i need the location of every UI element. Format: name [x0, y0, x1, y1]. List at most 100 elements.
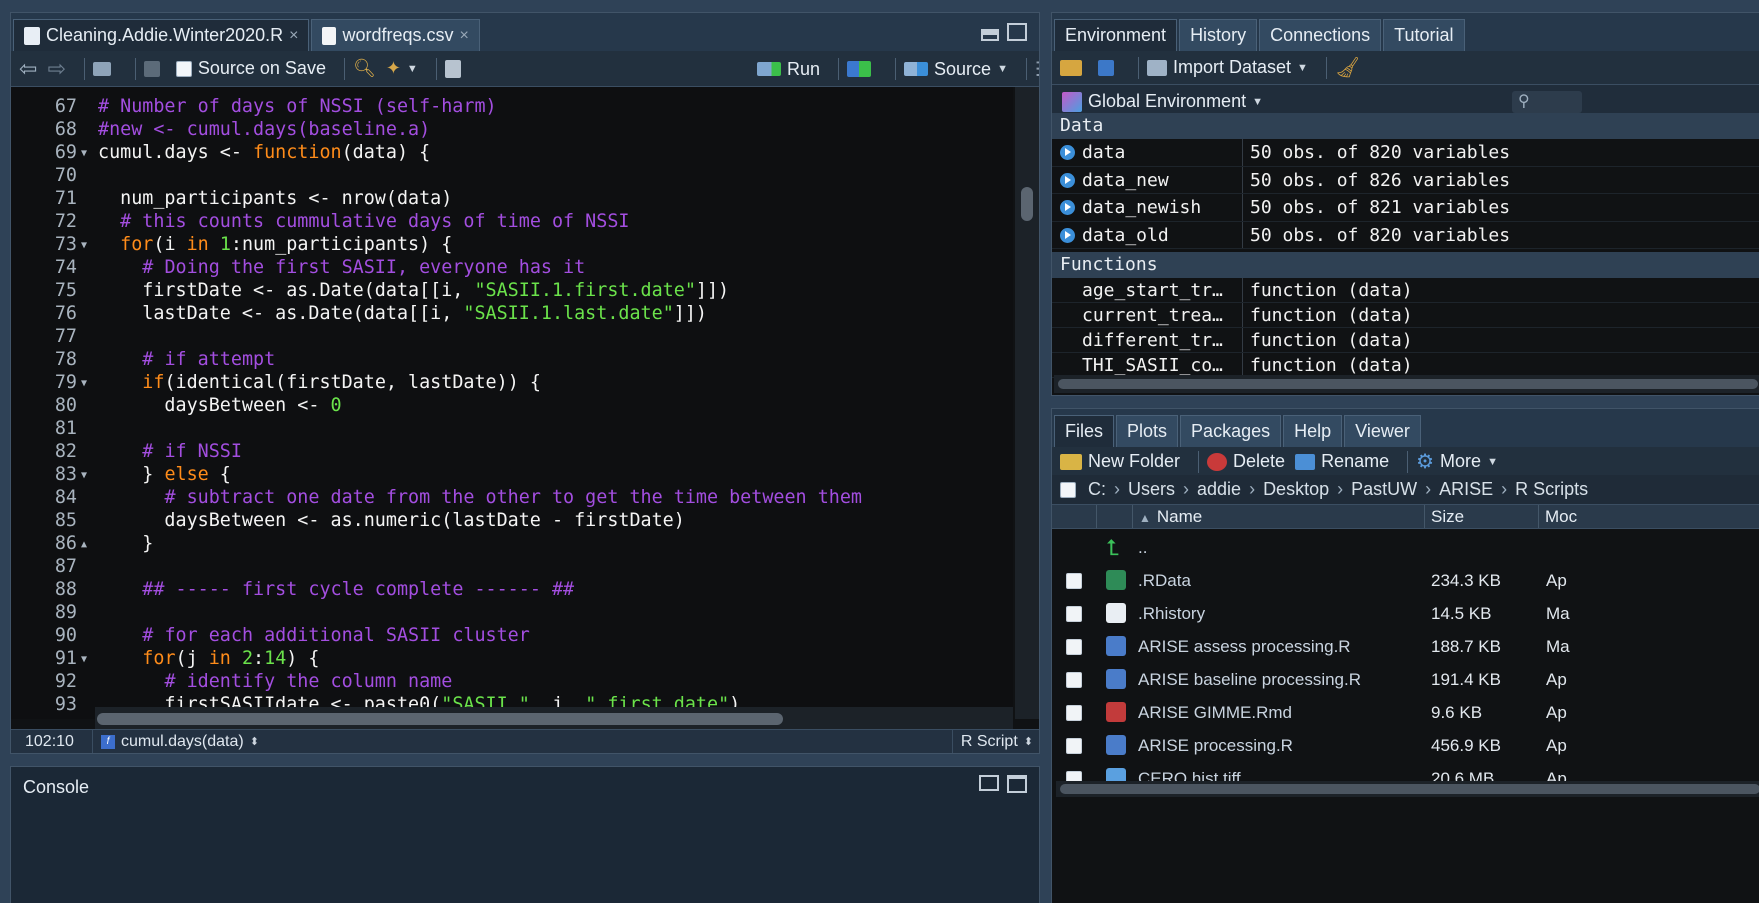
console-pane[interactable]: Console	[10, 766, 1040, 903]
env-data-row[interactable]: data_old 50 obs. of 820 variables	[1052, 221, 1759, 249]
files-horizontal-scrollbar[interactable]	[1056, 781, 1759, 797]
source-dropdown-icon[interactable]: ▼	[997, 63, 1008, 75]
tab-cleaning-script[interactable]: Cleaning.Addie.Winter2020.R ×	[13, 19, 310, 51]
code-line[interactable]: 73 ▼ for(i in 1:num_participants) {	[11, 233, 1013, 256]
run-button[interactable]: Run	[757, 59, 820, 80]
file-name-link[interactable]: ARISE baseline processing.R	[1138, 663, 1361, 696]
file-row[interactable]: ARISE baseline processing.R 191.4 KB Ap	[1052, 663, 1759, 696]
file-checkbox[interactable]	[1066, 705, 1082, 721]
tab-tutorial[interactable]: Tutorial	[1383, 19, 1465, 51]
tab-environment[interactable]: Environment	[1054, 19, 1178, 51]
env-function-row[interactable]: current_trea… function (data)	[1052, 303, 1759, 328]
code-line[interactable]: 85 daysBetween <- as.numeric(lastDate - …	[11, 509, 1013, 532]
file-name-link[interactable]: ARISE assess processing.R	[1138, 630, 1351, 663]
file-checkbox[interactable]	[1066, 639, 1082, 655]
tab-wordfreqs[interactable]: wordfreqs.csv ×	[311, 19, 480, 51]
source-button[interactable]: Source ▼	[904, 59, 1008, 80]
fold-toggle-icon[interactable]: ▼	[81, 648, 87, 671]
env-search-input[interactable]: ⚲	[1512, 91, 1582, 113]
file-row[interactable]: ARISE assess processing.R 188.7 KB Ma	[1052, 630, 1759, 663]
code-line[interactable]: 69 ▼ cumul.days <- function(data) {	[11, 141, 1013, 164]
function-navigator[interactable]: f cumul.days(data) ⬍	[93, 733, 259, 751]
back-arrow-icon[interactable]: ⇦	[19, 56, 37, 82]
breadcrumb-item[interactable]: ARISE	[1439, 479, 1493, 500]
breadcrumb-item[interactable]: C:	[1088, 479, 1106, 500]
tab-viewer[interactable]: Viewer	[1344, 415, 1421, 447]
file-row[interactable]: .RData 234.3 KB Ap	[1052, 564, 1759, 597]
breadcrumb-item[interactable]: R Scripts	[1515, 479, 1588, 500]
tab-plots[interactable]: Plots	[1116, 415, 1179, 447]
tab-history[interactable]: History	[1179, 19, 1258, 51]
file-name-link[interactable]: ARISE processing.R	[1138, 729, 1293, 762]
fold-toggle-icon[interactable]: ▼	[81, 372, 87, 395]
save-workspace-icon[interactable]	[1098, 59, 1120, 76]
column-size-header[interactable]: Size	[1424, 505, 1538, 528]
forward-arrow-icon[interactable]: ⇨	[47, 56, 65, 82]
expand-object-icon[interactable]	[1060, 145, 1075, 160]
env-data-row[interactable]: data_new 50 obs. of 826 variables	[1052, 166, 1759, 194]
rename-button[interactable]: Rename	[1295, 451, 1389, 472]
search-icon[interactable]: 🔍︎	[353, 58, 376, 79]
parent-directory-row[interactable]: ⮤ ..	[1052, 531, 1759, 564]
code-line[interactable]: 77	[11, 325, 1013, 348]
rerun-icon[interactable]	[847, 61, 877, 77]
broom-icon[interactable]: 🧹︎	[1335, 55, 1360, 80]
code-line[interactable]: 74 # Doing the first SASII, everyone has…	[11, 256, 1013, 279]
file-row[interactable]: ARISE processing.R 456.9 KB Ap	[1052, 729, 1759, 762]
expand-object-icon[interactable]	[1060, 227, 1075, 243]
expand-object-icon[interactable]	[1060, 172, 1075, 188]
fold-toggle-icon[interactable]: ▼	[81, 142, 87, 165]
code-line[interactable]: 87	[11, 555, 1013, 578]
expand-object-icon[interactable]	[1060, 200, 1075, 215]
code-line[interactable]: 92 # identify the column name	[11, 670, 1013, 693]
load-workspace-icon[interactable]	[1060, 59, 1088, 76]
editor-horizontal-scrollbar[interactable]	[95, 707, 1013, 731]
code-line[interactable]: 88 ## ----- first cycle complete ------ …	[11, 578, 1013, 601]
environment-scope-selector[interactable]: Global Environment ▼	[1062, 91, 1263, 112]
env-horizontal-scrollbar[interactable]	[1054, 375, 1759, 393]
save-icon[interactable]	[143, 60, 166, 77]
code-line[interactable]: 83 ▼ } else {	[11, 463, 1013, 486]
file-checkbox[interactable]	[1066, 606, 1082, 622]
code-editor[interactable]: 67 # Number of days of NSSI (self-harm) 68…	[11, 87, 1013, 719]
env-data-row[interactable]: data 50 obs. of 820 variables	[1052, 139, 1759, 167]
code-line[interactable]: 89	[11, 601, 1013, 624]
code-line[interactable]: 84 # subtract one date from the other to…	[11, 486, 1013, 509]
code-line[interactable]: 68 #new <- cumul.days(baseline.a)	[11, 118, 1013, 141]
code-line[interactable]: 72 # this counts cummulative days of tim…	[11, 210, 1013, 233]
file-type-selector[interactable]: R Script ⬍	[951, 730, 1033, 753]
code-line[interactable]: 80 daysBetween <- 0	[11, 394, 1013, 417]
magic-wand-icon[interactable]: ✦ ▼	[386, 58, 418, 79]
tab-connections[interactable]: Connections	[1259, 19, 1382, 51]
code-line[interactable]: 86 ▲ }	[11, 532, 1013, 555]
select-all-checkbox[interactable]	[1060, 481, 1076, 498]
maximize-pane-icon[interactable]	[1007, 775, 1027, 793]
fold-toggle-icon[interactable]: ▲	[81, 533, 87, 556]
compile-report-icon[interactable]	[444, 59, 467, 78]
breadcrumb-item[interactable]: addie	[1197, 479, 1241, 500]
minimize-pane-icon[interactable]	[981, 29, 999, 41]
code-line[interactable]: 70	[11, 164, 1013, 187]
column-name-header[interactable]: ▲ Name	[1132, 505, 1424, 528]
code-line[interactable]: 76 lastDate <- as.Date(data[[i, "SASII.1…	[11, 302, 1013, 325]
file-name-link[interactable]: .RData	[1138, 564, 1191, 597]
source-on-save-checkbox[interactable]: Source on Save	[175, 58, 326, 79]
tab-files[interactable]: Files	[1054, 415, 1115, 447]
tab-packages[interactable]: Packages	[1180, 415, 1282, 447]
code-line[interactable]: 79 ▼ if(identical(firstDate, lastDate)) {	[11, 371, 1013, 394]
restore-pane-icon[interactable]	[979, 775, 999, 791]
import-dataset-button[interactable]: Import Dataset ▼	[1147, 57, 1308, 78]
file-name-link[interactable]: .Rhistory	[1138, 597, 1205, 630]
close-tab-icon[interactable]: ×	[460, 27, 469, 45]
code-line[interactable]: 75 firstDate <- as.Date(data[[i, "SASII.…	[11, 279, 1013, 302]
document-outline-icon[interactable]: ☰	[1035, 57, 1039, 82]
delete-button[interactable]: Delete	[1207, 451, 1285, 472]
code-line[interactable]: 81	[11, 417, 1013, 440]
file-checkbox[interactable]	[1066, 738, 1082, 754]
editor-vertical-scrollbar[interactable]	[1015, 87, 1039, 719]
code-line[interactable]: 90 # for each additional SASII cluster	[11, 624, 1013, 647]
breadcrumb-item[interactable]: Desktop	[1263, 479, 1329, 500]
close-tab-icon[interactable]: ×	[289, 27, 298, 45]
code-line[interactable]: 71 num_participants <- nrow(data)	[11, 187, 1013, 210]
file-checkbox[interactable]	[1066, 573, 1082, 589]
